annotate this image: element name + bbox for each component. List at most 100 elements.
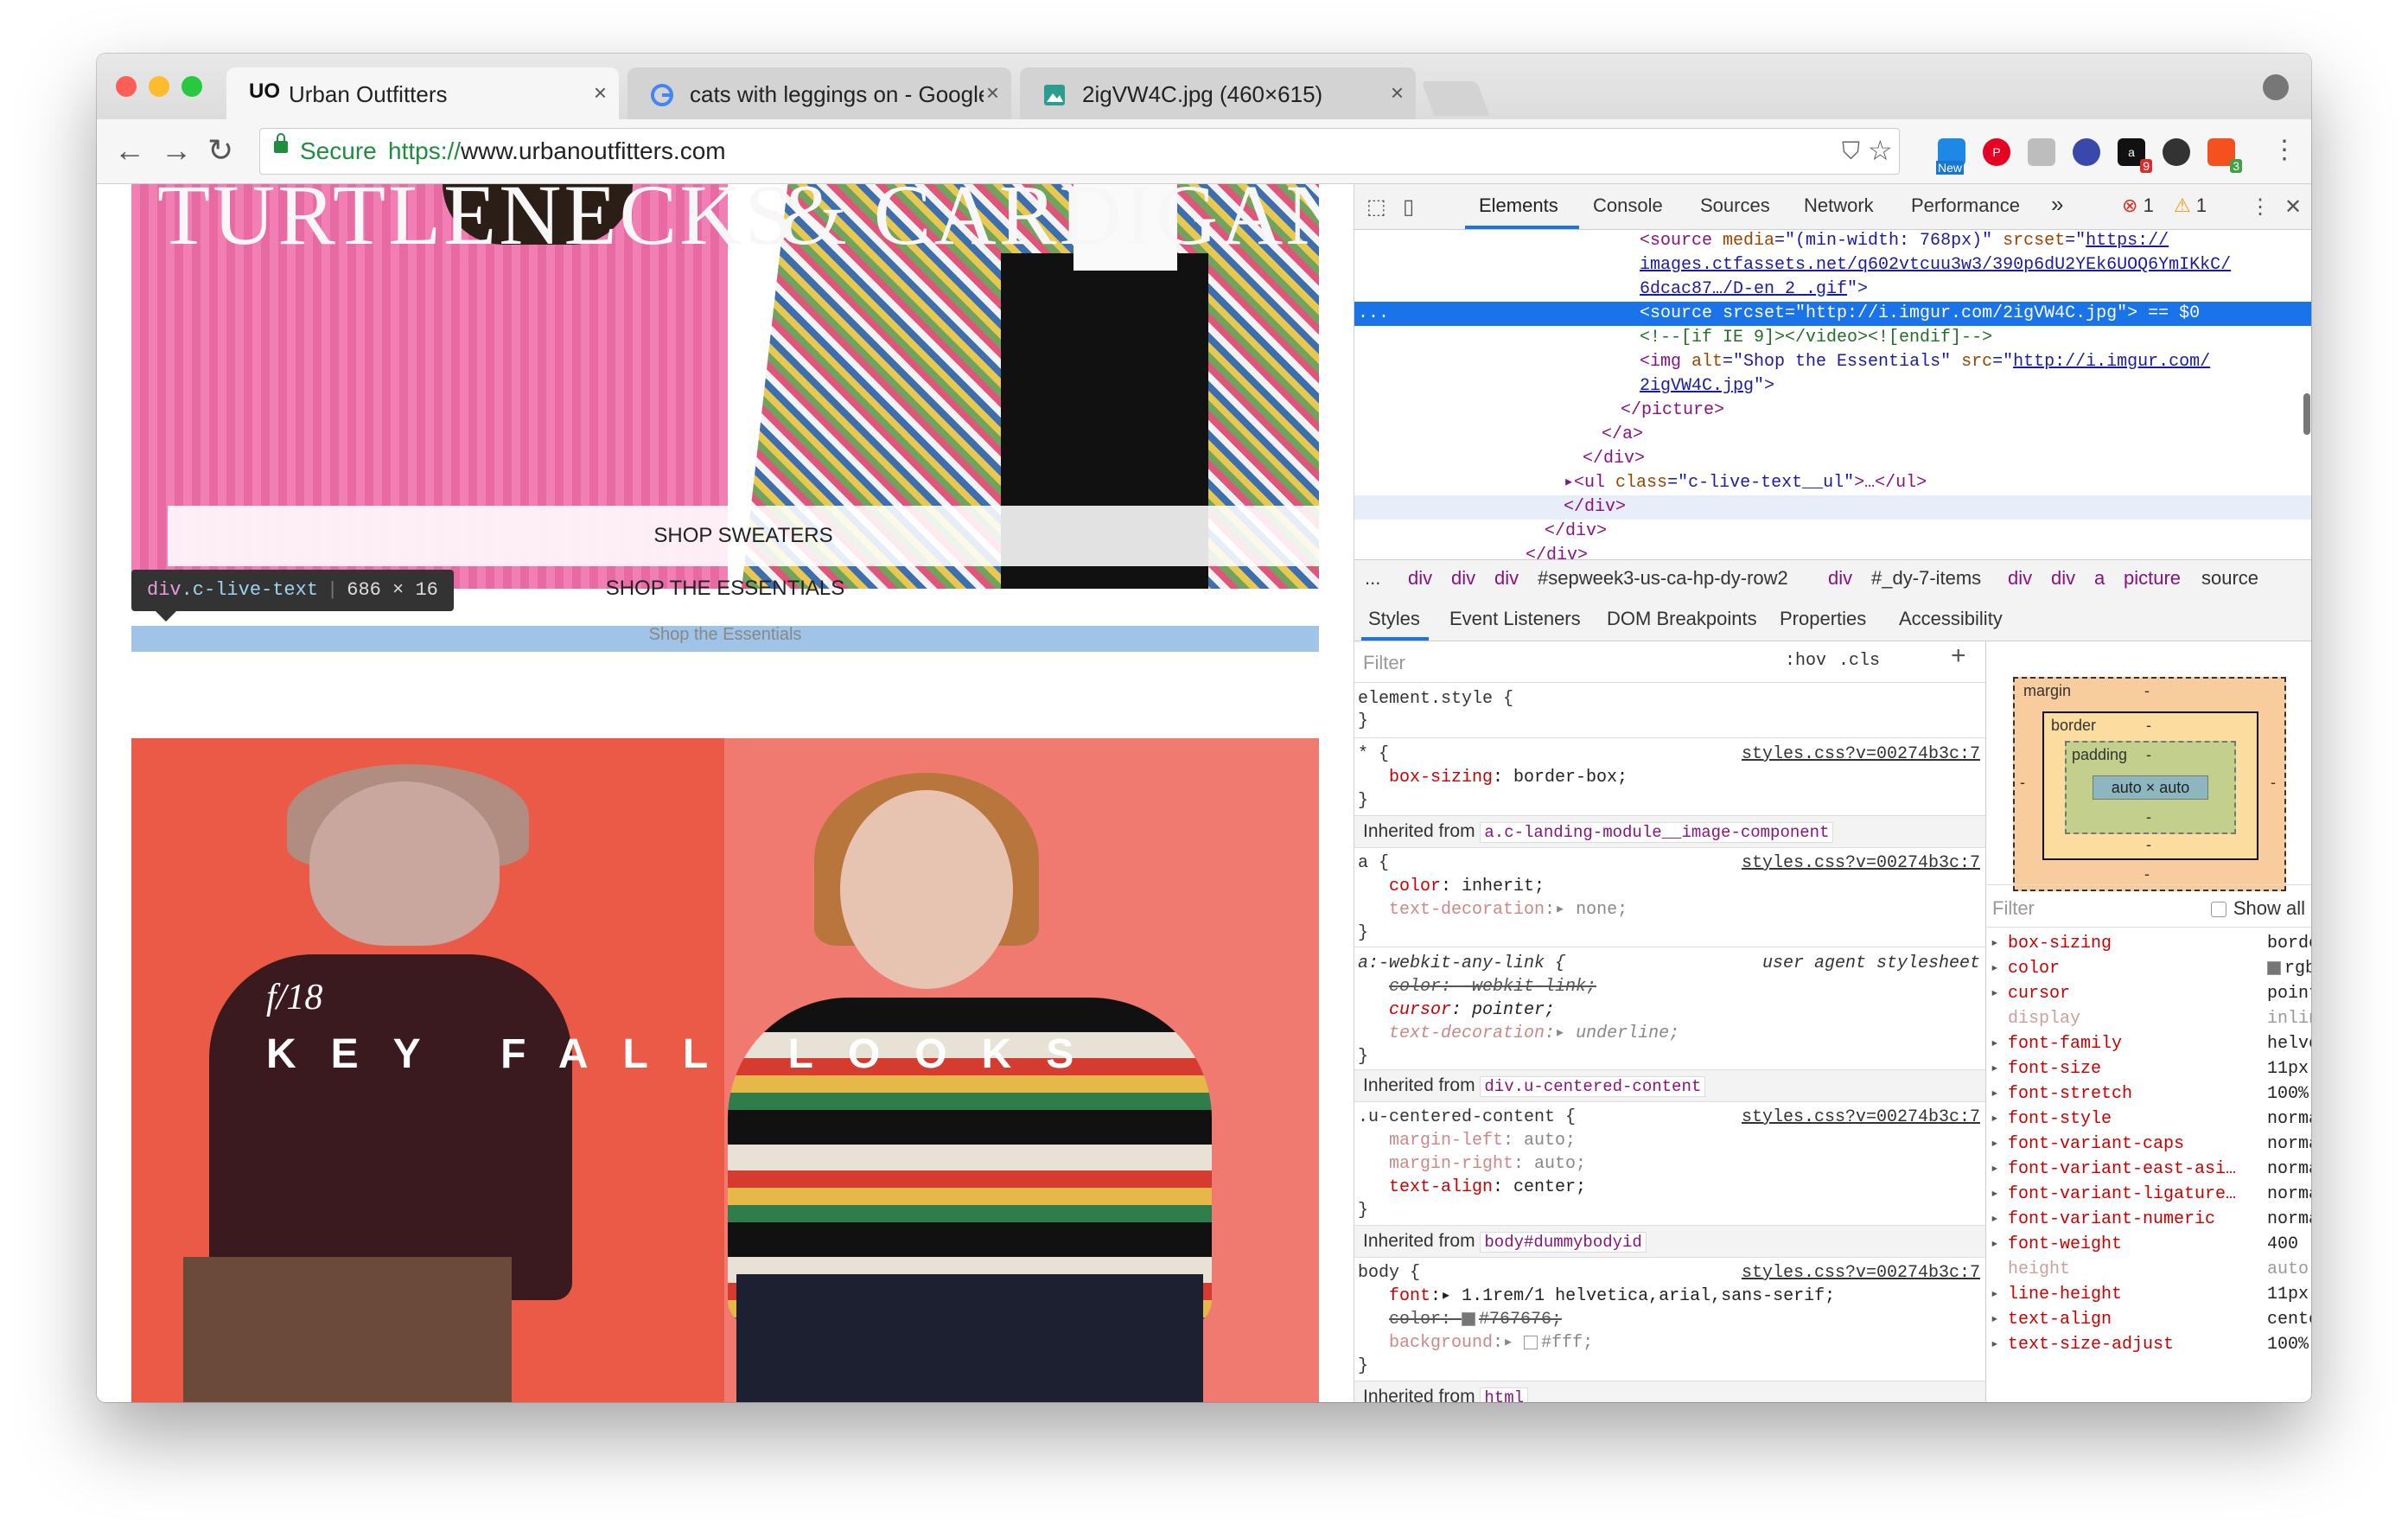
breadcrumb-item[interactable]: div — [1494, 567, 1519, 590]
css-property[interactable]: color: -webkit-link; — [1389, 975, 1596, 998]
tab-elements[interactable]: Elements — [1479, 195, 1558, 217]
css-selector[interactable]: a { — [1358, 851, 1389, 875]
css-source-link[interactable]: styles.css?v=00274b3c:7 — [1742, 1106, 1980, 1129]
css-source-link[interactable]: styles.css?v=00274b3c:7 — [1742, 743, 1980, 766]
address-bar[interactable]: Secure https://www.urbanoutfitters.com ⛉… — [259, 128, 1900, 175]
breadcrumb-item[interactable]: div — [1828, 567, 1852, 590]
tab-dom-breakpoints[interactable]: DOM Breakpoints — [1607, 608, 1757, 630]
breadcrumb-item[interactable]: div — [1451, 567, 1475, 590]
box-model-content[interactable]: auto × auto — [2093, 775, 2208, 800]
devtools-close-icon[interactable]: ✕ — [2284, 195, 2302, 220]
menu-dots-icon[interactable]: ⋮ — [2271, 133, 2297, 168]
dom-line[interactable]: </picture> — [1621, 399, 1724, 423]
honey-extension-icon[interactable]: 3 — [2207, 138, 2242, 173]
forward-arrow-icon[interactable]: → — [161, 133, 192, 168]
minimize-window-button[interactable] — [149, 76, 169, 97]
back-arrow-icon[interactable]: ← — [114, 133, 145, 168]
devtools-menu-icon[interactable]: ⋮ — [2250, 195, 2271, 220]
expand-triangle-icon[interactable]: ▸ — [1991, 1232, 1999, 1257]
box-model-margin[interactable]: margin - - - - border - - padding - - au… — [2013, 677, 2286, 891]
drive-icon[interactable] — [2028, 138, 2055, 166]
css-selector[interactable]: a:-webkit-any-link { — [1358, 952, 1565, 975]
box-model-padding[interactable]: padding - - auto × auto — [2065, 741, 2236, 834]
bookmark-star-icon[interactable]: ☆ — [1868, 134, 1893, 167]
tab-performance[interactable]: Performance — [1911, 195, 2020, 217]
box-model-border[interactable]: border - - padding - - auto × auto — [2042, 711, 2258, 860]
breadcrumb-item[interactable]: source — [2201, 567, 2258, 590]
cls-toggle[interactable]: .cls — [1838, 649, 1880, 673]
dom-line[interactable]: </div> — [1583, 447, 1645, 471]
tab-sources[interactable]: Sources — [1700, 195, 1770, 217]
expand-triangle-icon[interactable]: ▸ — [1991, 1307, 1999, 1332]
expand-triangle-icon[interactable]: ▸ — [1991, 1282, 1999, 1307]
css-property[interactable]: text-decoration:▸ none; — [1389, 898, 1628, 922]
expand-triangle-icon[interactable]: ▸ — [1991, 1056, 1999, 1081]
expand-triangle-icon[interactable]: ▸ — [1991, 981, 1999, 1006]
css-source-link[interactable]: styles.css?v=00274b3c:7 — [1742, 851, 1980, 875]
dom-comment[interactable]: <!--[if IE 9]></video><![endif]--> — [1640, 326, 1992, 350]
tab-properties[interactable]: Properties — [1780, 608, 1866, 630]
styles-filter-input[interactable]: Filter — [1363, 651, 1405, 674]
css-property[interactable]: font:▸ 1.1rem/1 helvetica,arial,sans-ser… — [1389, 1285, 1835, 1308]
css-property[interactable]: color: #767676; — [1389, 1308, 1562, 1331]
hero-key-fall-looks-image[interactable]: f/18 KEY FALL LOOKS — [131, 738, 1319, 1402]
expand-triangle-icon[interactable]: ▸ — [1991, 956, 1999, 981]
dom-line[interactable]: 2igVW4C.jpg"> — [1640, 374, 1774, 399]
amazon-icon[interactable]: a9 — [2118, 138, 2152, 173]
color-swatch[interactable] — [2267, 960, 2281, 975]
expand-triangle-icon[interactable]: ▸ — [1991, 1182, 1999, 1207]
flag-extension-icon[interactable] — [2073, 138, 2100, 166]
hov-toggle[interactable]: :hov — [1785, 649, 1826, 673]
warning-count[interactable]: ⚠ 1 — [2174, 195, 2207, 217]
chat-extension-icon[interactable] — [2163, 138, 2190, 166]
tab-close-icon[interactable]: × — [594, 80, 607, 106]
new-tab-button[interactable] — [1421, 81, 1490, 116]
dom-line[interactable]: images.ctfassets.net/q602vtcuu3w3/390p6d… — [1640, 253, 2231, 277]
elements-scrollbar[interactable] — [2303, 393, 2310, 435]
css-selector[interactable]: body { — [1358, 1261, 1420, 1285]
expand-triangle-icon[interactable]: ▸ — [1991, 931, 1999, 956]
css-property[interactable]: box-sizing: border-box; — [1389, 766, 1628, 789]
css-property[interactable]: margin-right: auto; — [1389, 1152, 1586, 1176]
tab-network[interactable]: Network — [1804, 195, 1874, 217]
shield-blocked-icon[interactable]: ⛉ — [1842, 137, 1860, 166]
pinterest-icon[interactable]: P — [1983, 138, 2010, 166]
show-all-checkbox[interactable]: Show all — [2210, 896, 2305, 921]
breadcrumb-item[interactable]: div — [2051, 567, 2075, 590]
error-count[interactable]: ⊗ 1 — [2122, 195, 2154, 217]
expand-triangle-icon[interactable]: ▸ — [1991, 1081, 1999, 1107]
expand-triangle-icon[interactable]: ▸ — [1991, 1157, 1999, 1182]
css-source-link[interactable]: styles.css?v=00274b3c:7 — [1742, 1261, 1980, 1285]
breadcrumb-item[interactable]: #sepweek3-us-ca-hp-dy-row2 — [1538, 567, 1788, 590]
expand-triangle-icon[interactable]: ▸ — [1991, 1332, 1999, 1357]
broken-image-alt[interactable]: Shop the Essentials — [131, 626, 1319, 652]
dom-line[interactable]: ▸<ul class="c-live-text__ul">…</ul> — [1564, 471, 1927, 495]
expand-triangle-icon[interactable]: ▸ — [1991, 1207, 1999, 1232]
css-property[interactable]: cursor: pointer; — [1389, 998, 1555, 1022]
css-property[interactable]: color: inherit; — [1389, 875, 1545, 898]
css-property[interactable]: margin-left: auto; — [1389, 1129, 1576, 1152]
computed-filter-input[interactable]: Filter — [1992, 896, 2035, 921]
tab-urban-outfitters[interactable]: UO Urban Outfitters × — [226, 67, 619, 119]
dom-line[interactable]: <source media="(min-width: 768px)" srcse… — [1640, 229, 2169, 253]
css-selector[interactable]: element.style { — [1358, 687, 1513, 711]
reload-icon[interactable]: ↻ — [207, 133, 233, 168]
breadcrumb-item[interactable]: div — [2008, 567, 2032, 590]
breadcrumb-item[interactable]: div — [1408, 567, 1432, 590]
dom-line[interactable]: </div> — [1526, 544, 1588, 559]
more-tabs-button[interactable]: » — [2051, 191, 2063, 218]
css-selector[interactable]: .u-centered-content { — [1358, 1106, 1576, 1129]
inspect-element-icon[interactable]: ⬚ — [1366, 195, 1386, 220]
tab-event-listeners[interactable]: Event Listeners — [1449, 608, 1581, 630]
new-extension-icon[interactable]: New — [1936, 138, 1965, 175]
zoom-window-button[interactable] — [182, 76, 202, 97]
css-property[interactable]: text-decoration:▸ underline; — [1389, 1022, 1679, 1045]
expand-triangle-icon[interactable]: ▸ — [1991, 1132, 1999, 1157]
dom-line[interactable]: <img alt="Shop the Essentials" src="http… — [1640, 350, 2210, 374]
hovered-dom-node[interactable]: </div> — [1354, 495, 2311, 520]
expand-triangle-icon[interactable]: ▸ — [1991, 1107, 1999, 1132]
selected-dom-node[interactable]: ... <source srcset="http://i.imgur.com/2… — [1354, 302, 2311, 326]
tab-styles[interactable]: Styles — [1368, 608, 1420, 630]
breadcrumb-item[interactable]: a — [2094, 567, 2105, 590]
breadcrumb-item[interactable]: #_dy-7-items — [1871, 567, 1981, 590]
